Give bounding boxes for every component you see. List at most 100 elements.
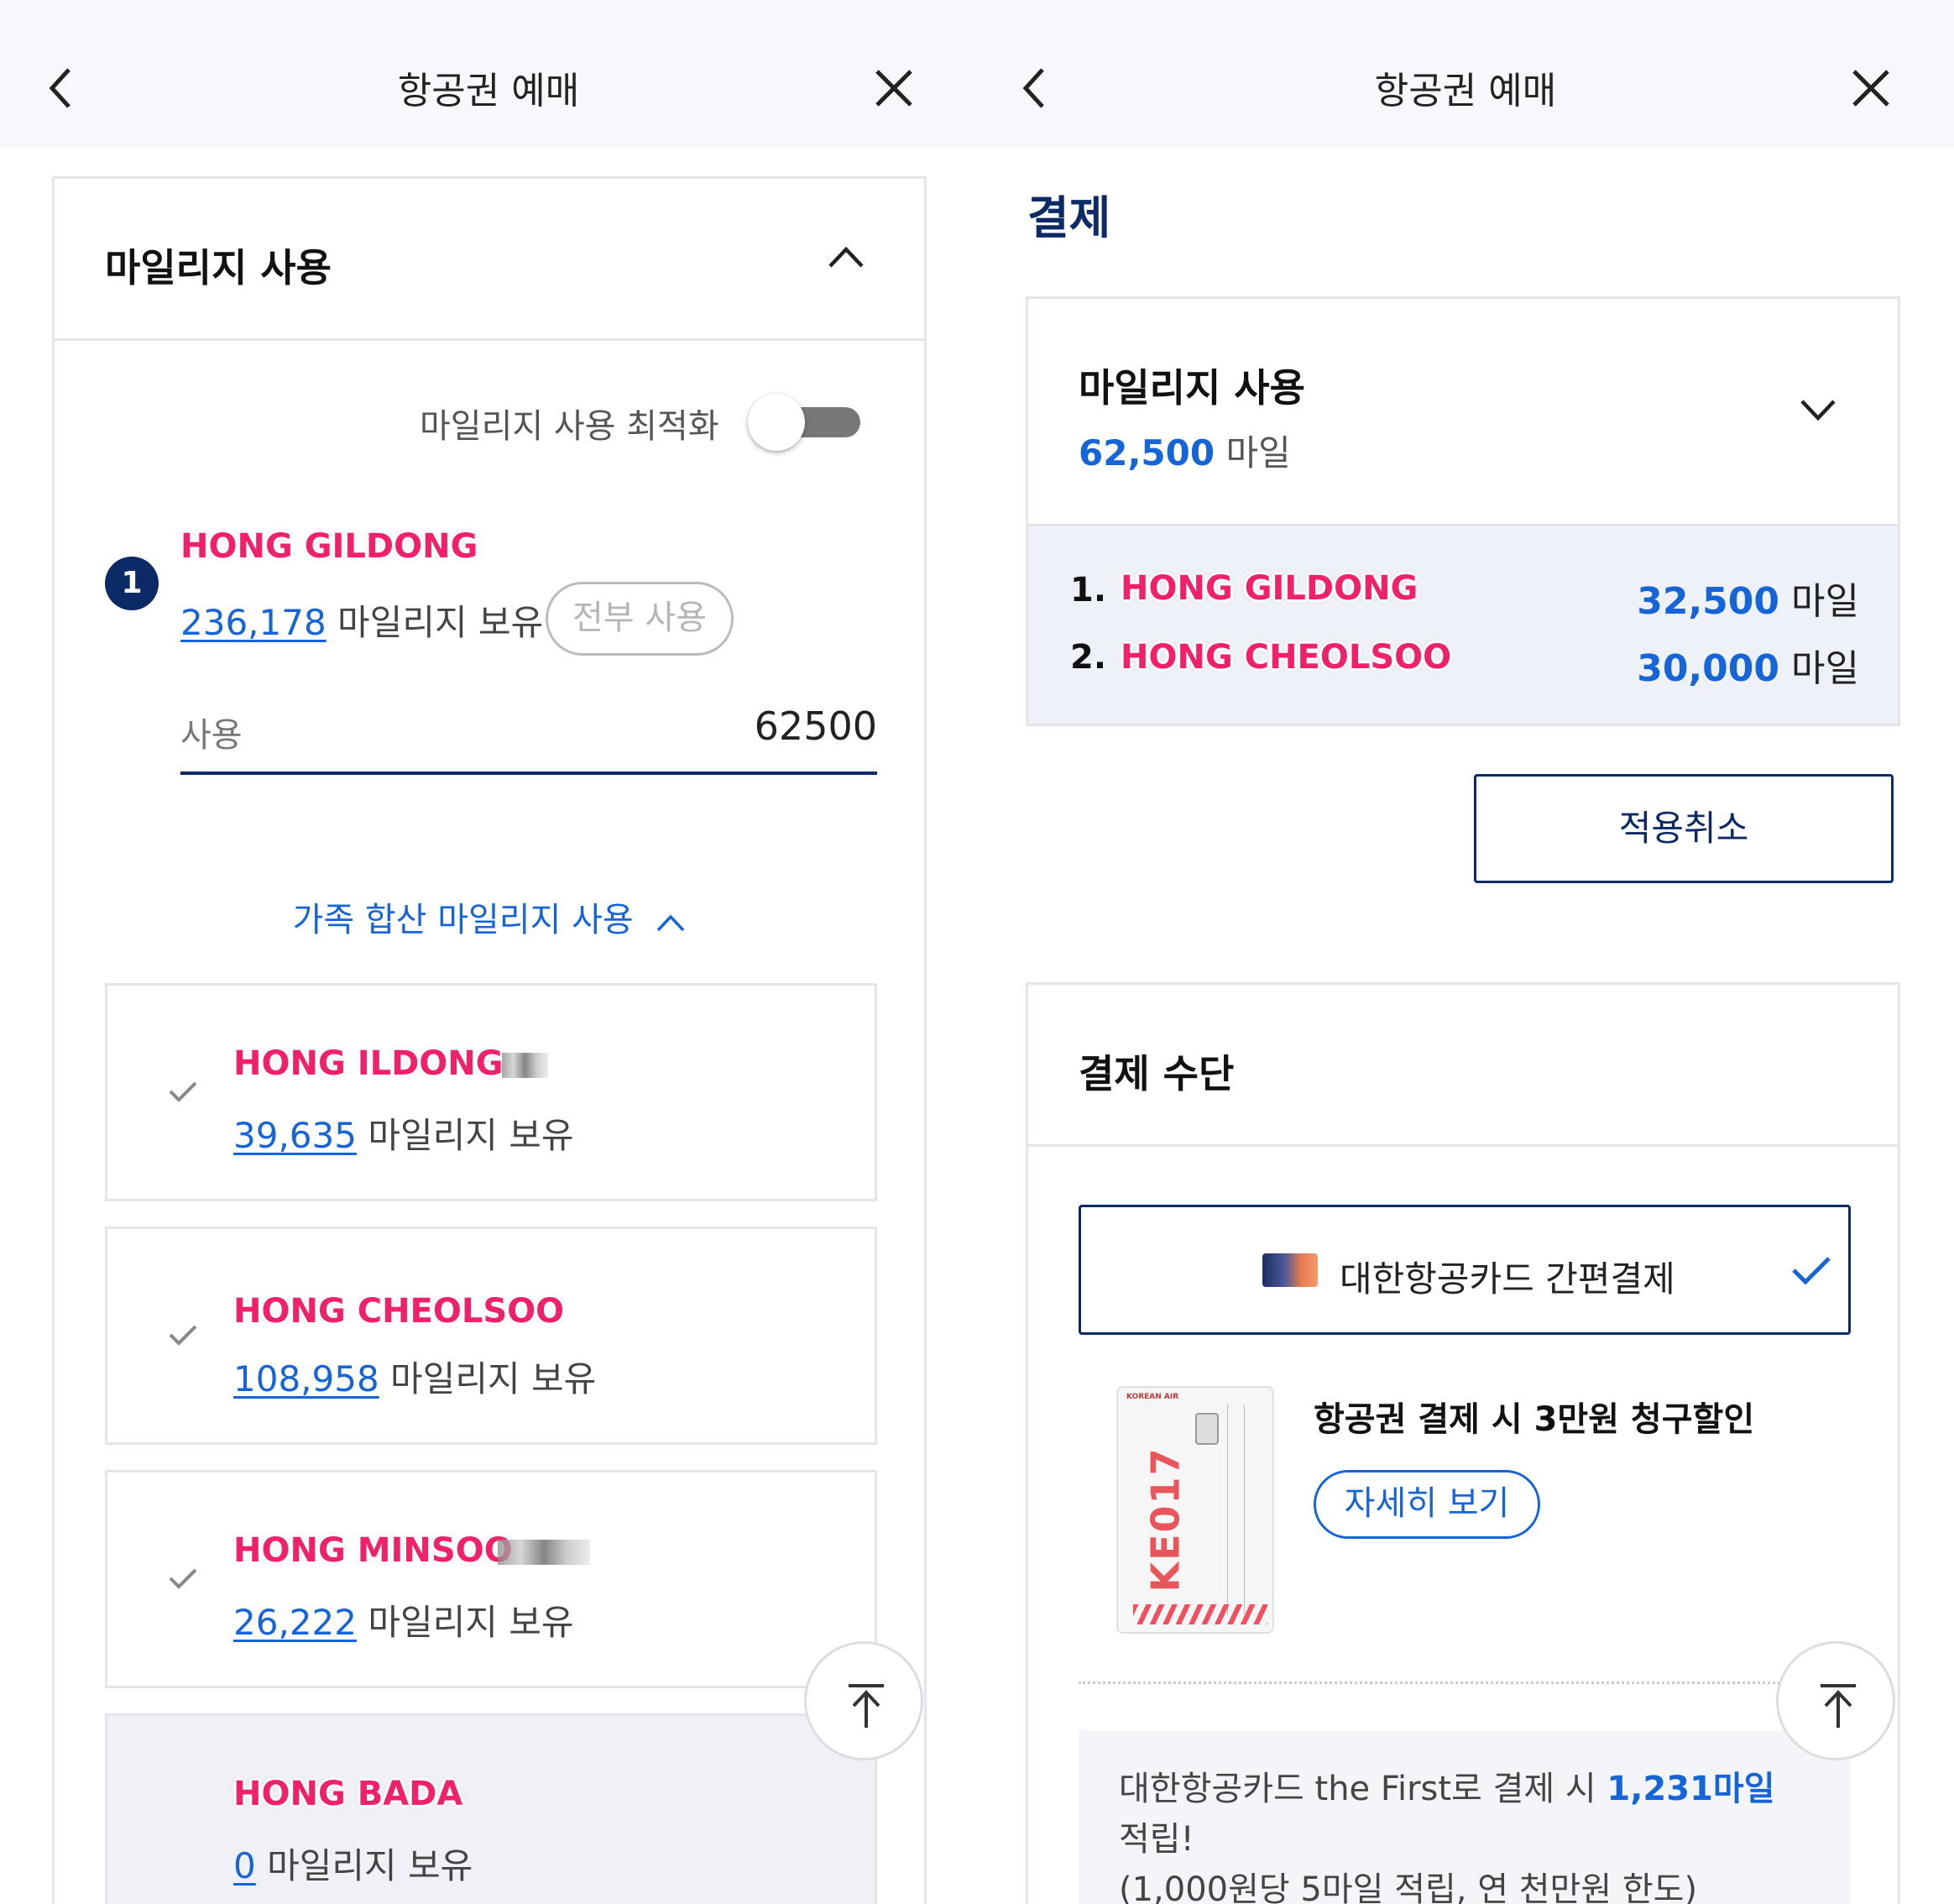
family-member-balance-row: 0 마일리지 보유 [233,1838,473,1889]
breakdown-amount: 32,500 [1637,580,1780,623]
breakdown-name: HONG CHEOLSOO [1121,638,1452,677]
payment-method-title: 결제 수단 [1079,1051,1235,1096]
card-brand: KOREAN AIR [1126,1393,1179,1401]
scroll-top-button[interactable] [1776,1641,1895,1760]
top-bar: 항공권 예매 [977,0,1954,147]
mileage-breakdown: 1. HONG GILDONG 32,500 마일 2. HONG CHEOLS… [1028,524,1898,724]
family-member-balance-row: 108,958 마일리지 보유 [233,1351,596,1402]
card-stripes [1133,1604,1267,1624]
family-mileage-toggle[interactable]: 가족 합산 마일리지 사용 [55,892,924,941]
mileage-summary-title: 마일리지 사용 [1079,365,1305,411]
breakdown-amount-row: 32,500 마일 [1637,571,1859,625]
payment-method-label: 대한항공카드 간편결제 [1340,1258,1675,1300]
payment-method-header: 결제 수단 [1028,985,1898,1147]
member-balance-suffix: 마일리지 보유 [337,602,544,643]
breakdown-amount-row: 30,000 마일 [1637,638,1859,692]
family-member-card[interactable]: HONG ILDONG 39,635 마일리지 보유 [105,983,877,1201]
dotted-divider [1079,1682,1851,1684]
chevron-up-icon[interactable] [827,244,865,273]
use-all-button[interactable]: 전부 사용 [546,582,734,656]
family-member-balance[interactable]: 108,958 [233,1358,379,1399]
mileage-info-line2: 적립! [1119,1820,1194,1859]
page-title: 결제 [1027,191,1111,244]
mileage-total: 62,500 [1079,432,1215,473]
mileage-unit: 마일 [1225,432,1291,473]
mileage-info-line1: 대한항공카드 the First로 결제 시 1,231마일 [1119,1764,1841,1814]
balance-suffix: 마일리지 보유 [267,1845,473,1886]
family-toggle-label: 가족 합산 마일리지 사용 [292,901,634,939]
breakdown-row: 1. HONG GILDONG 32,500 마일 [1070,564,1859,623]
family-member-name: HONG ILDONG [233,1044,504,1083]
card-lines [1244,1404,1245,1614]
payment-method-option[interactable]: 대한항공카드 간편결제 [1079,1205,1851,1335]
family-member-card[interactable]: HONG MINSOO 26,222 마일리지 보유 [105,1470,877,1688]
mileage-info-text: 대한항공카드 the First로 결제 시 1,231마일 적립! (1,00… [1119,1764,1841,1904]
payment-screen: 항공권 예매 결제 마일리지 사용 62,500 마일 1. HONG GILD… [977,0,1954,1904]
close-button[interactable] [1850,67,1892,109]
top-bar: 항공권 예매 [0,0,977,147]
card-chip [1195,1413,1219,1445]
cancel-apply-button[interactable]: 적용취소 [1474,774,1894,883]
optimize-label: 마일리지 사용 최적화 [420,407,719,446]
family-member-name: HONG MINSOO [233,1531,513,1570]
balance-suffix: 마일리지 보유 [368,1115,574,1156]
chevron-down-icon[interactable] [1799,398,1837,426]
family-member-card[interactable]: HONG CHEOLSOO 108,958 마일리지 보유 [105,1227,877,1445]
card-code: KE017 [1142,1446,1189,1593]
breakdown-amount: 30,000 [1637,647,1780,690]
mileage-info-box: 대한항공카드 the First로 결제 시 1,231마일 적립! (1,00… [1079,1730,1851,1904]
mileage-section-header[interactable]: 마일리지 사용 [55,179,924,341]
mileage-summary-amount-row: 62,500 마일 [1079,425,1291,476]
family-member-card[interactable]: HONG BADA 0 마일리지 보유 [105,1713,877,1904]
optimize-toggle[interactable] [746,389,864,454]
header-title: 항공권 예매 [397,70,580,112]
balance-suffix: 마일리지 보유 [368,1602,574,1643]
mileage-summary-card: 마일리지 사용 62,500 마일 1. HONG GILDONG 32,500… [1026,296,1900,726]
family-member-balance[interactable]: 0 [233,1845,256,1886]
mileage-info-line3: (1,000원당 5마일 적립, 연 천만원 한도) [1119,1870,1698,1904]
header-title: 항공권 예매 [1374,70,1557,112]
redacted-mark [502,1053,548,1078]
check-icon [168,1080,198,1103]
breakdown-name: HONG GILDONG [1121,569,1418,608]
member-balance-row: 236,178 마일리지 보유 [180,594,543,646]
family-member-balance-row: 39,635 마일리지 보유 [233,1107,574,1159]
chevron-up-icon [656,902,686,941]
family-member-name: HONG BADA [233,1775,463,1813]
redacted-mark [498,1540,590,1565]
use-label: 사용 [180,716,243,755]
arrow-up-icon [1821,1684,1856,1728]
mileage-summary-header[interactable]: 마일리지 사용 62,500 마일 [1028,299,1898,524]
breakdown-index: 2. [1070,638,1107,677]
mileage-use-screen: 항공권 예매 마일리지 사용 마일리지 사용 최적화 1 HONG GILDON… [0,0,977,1904]
member-balance[interactable]: 236,178 [180,602,327,643]
details-button[interactable]: 자세히 보기 [1314,1470,1540,1539]
family-member-balance[interactable]: 39,635 [233,1115,357,1156]
check-icon [1790,1253,1832,1290]
card-image: KOREAN AIR KE017 [1116,1386,1274,1634]
close-button[interactable] [873,67,915,109]
mileage-use-input[interactable]: 사용 62500 [180,683,877,775]
info-highlight: 1,231마일 [1607,1770,1775,1808]
check-icon [168,1567,198,1590]
info-prefix: 대한항공카드 the First로 결제 시 [1119,1770,1607,1808]
balance-suffix: 마일리지 보유 [390,1358,597,1399]
card-logo-icon [1262,1253,1318,1287]
mileage-section: 마일리지 사용 마일리지 사용 최적화 1 HONG GILDONG 236,1… [52,176,927,1904]
breakdown-index: 1. [1070,571,1107,609]
breakdown-row: 2. HONG CHEOLSOO 30,000 마일 [1070,631,1859,690]
family-member-balance-row: 26,222 마일리지 보유 [233,1594,574,1645]
scroll-top-button[interactable] [804,1641,923,1760]
arrow-up-icon [849,1684,884,1728]
card-lines [1227,1404,1228,1614]
section-title: 마일리지 사용 [105,245,332,290]
member-name: HONG GILDONG [180,527,478,566]
payment-method-section: 결제 수단 대한항공카드 간편결제 KOREAN AIR KE017 항공권 결… [1026,982,1900,1904]
use-value: 62500 [754,704,877,749]
breakdown-unit: 마일 [1791,647,1859,690]
member-index-badge: 1 [105,557,159,610]
family-member-name: HONG CHEOLSOO [233,1292,565,1331]
family-member-balance[interactable]: 26,222 [233,1602,357,1643]
check-icon [168,1323,198,1347]
breakdown-unit: 마일 [1791,580,1859,623]
